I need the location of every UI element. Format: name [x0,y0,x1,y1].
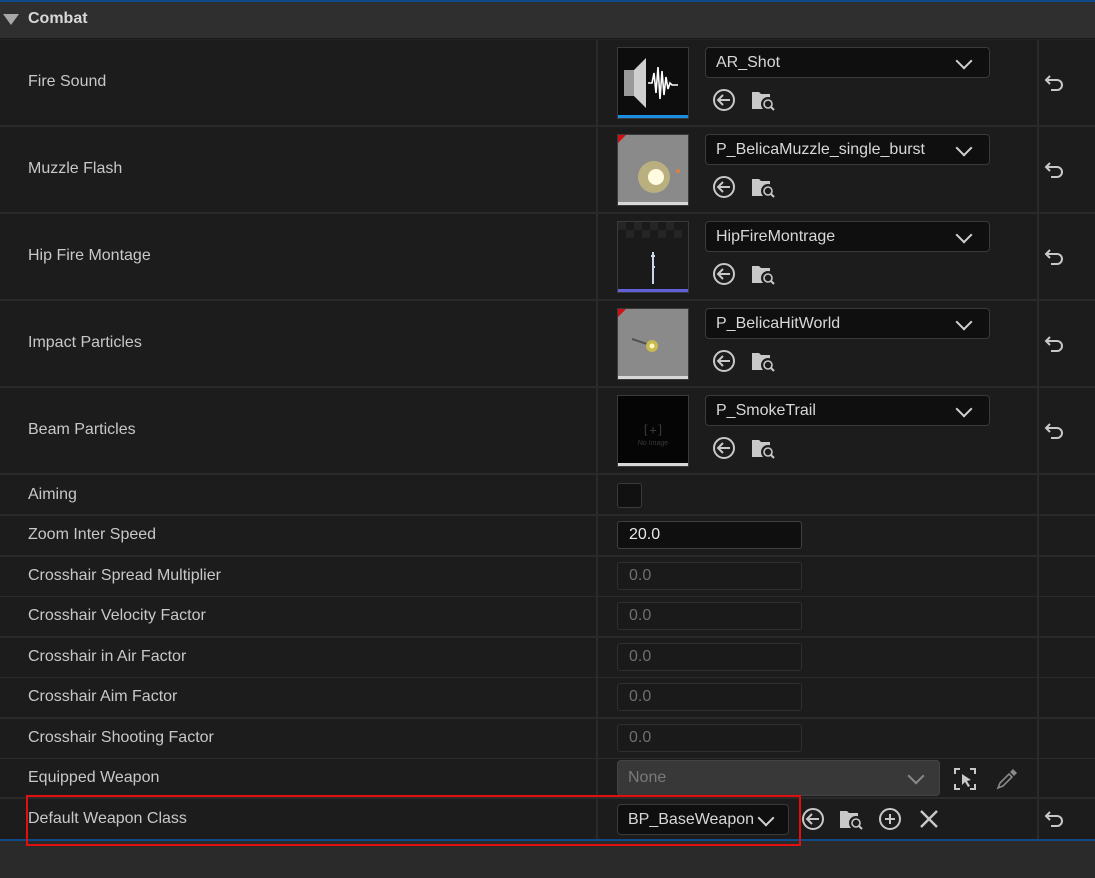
property-label: Zoom Inter Speed [28,526,157,543]
number-value: 0.0 [629,566,652,584]
source-control-marker-icon [618,135,626,143]
clear-icon[interactable] [916,806,942,832]
property-row-asset: Impact Particles P_BelicaHitWorld [0,301,1095,388]
use-selected-icon[interactable] [711,435,737,461]
reset-to-default-icon[interactable] [1043,72,1065,94]
dropdown-value: P_BelicaMuzzle_single_burst [716,141,925,158]
browse-asset-icon[interactable] [750,435,776,461]
property-row-number: Crosshair Aim Factor 0.0 [0,678,1095,719]
number-input[interactable]: 0.0 [617,642,802,671]
eyedropper-icon[interactable] [994,766,1020,792]
dropdown-value: HipFireMontrage [716,228,836,245]
chevron-down-icon [757,809,775,827]
use-selected-icon[interactable] [711,174,737,200]
number-value: 0.0 [629,688,652,705]
number-value: 20.0 [629,526,661,543]
browse-asset-icon[interactable] [750,87,776,113]
reset-to-default-icon[interactable] [1043,246,1065,268]
chevron-down-icon [955,139,973,157]
property-row-asset: Beam Particles [+] No Image P_SmokeTrail [0,388,1095,475]
asset-picker-dropdown[interactable]: HipFireMontrage [705,221,990,252]
asset-picker-dropdown[interactable]: P_BelicaMuzzle_single_burst [705,134,990,165]
property-row-number: Crosshair Spread Multiplier 0.0 [0,556,1095,598]
asset-thumbnail[interactable] [617,134,689,206]
number-input[interactable]: 0.0 [617,683,802,711]
asset-picker-dropdown[interactable]: P_SmokeTrail [705,395,990,426]
number-value: 0.0 [629,607,652,624]
property-row-asset: Fire Sound AR_Shot [0,40,1095,127]
property-row-asset: Muzzle Flash P_BelicaMuzzle_single_burst [0,127,1095,214]
property-row-number: Crosshair Shooting Factor 0.0 [0,718,1095,760]
dropdown-value: BP_BaseWeapon [628,811,755,828]
dropdown-value: P_SmokeTrail [716,402,816,419]
add-icon[interactable] [877,806,903,832]
browse-asset-icon[interactable] [750,174,776,200]
default-weapon-class-dropdown[interactable]: BP_BaseWeapon [617,804,789,835]
property-row-number: Crosshair in Air Factor 0.0 [0,637,1095,679]
property-label: Beam Particles [28,421,136,438]
equipped-weapon-dropdown[interactable]: None [617,760,940,796]
property-label: Crosshair Spread Multiplier [28,566,221,584]
dropdown-value: AR_Shot [716,54,781,71]
number-input[interactable]: 0.0 [617,561,802,590]
chevron-down-icon [955,226,973,244]
reset-to-default-icon[interactable] [1043,420,1065,442]
section-header-combat[interactable]: Combat [0,2,1095,39]
collapse-triangle-icon[interactable] [3,14,19,25]
use-selected-icon[interactable] [800,806,826,832]
asset-thumbnail[interactable]: [+] No Image [617,395,689,467]
dropdown-value: None [628,769,667,786]
use-selected-icon[interactable] [711,348,737,374]
property-label: Impact Particles [28,334,142,351]
chevron-down-icon [907,767,925,785]
property-row-equipped-weapon: Equipped Weapon None [0,759,1095,799]
section-title: Combat [28,10,88,27]
number-value: 0.0 [629,728,652,746]
property-row-aiming: Aiming [0,475,1095,516]
browse-asset-icon[interactable] [838,806,864,832]
property-label: Crosshair Shooting Factor [28,728,214,746]
use-selected-icon[interactable] [711,261,737,287]
reset-to-default-icon[interactable] [1043,333,1065,355]
asset-thumbnail[interactable] [617,308,689,380]
number-value: 0.0 [629,647,652,665]
reset-to-default-icon[interactable] [1043,808,1065,830]
reset-to-default-icon[interactable] [1043,159,1065,181]
number-input[interactable]: 0.0 [617,723,802,752]
property-label: Fire Sound [28,73,107,90]
property-row-asset: Hip Fire Montage HipFireMontrage [0,214,1095,301]
property-label: Default Weapon Class [28,810,187,827]
svg-text:[+]: [+] [642,423,664,437]
property-row-number: Zoom Inter Speed 20.0 [0,516,1095,557]
source-control-marker-icon [618,309,626,317]
chevron-down-icon [955,52,973,70]
property-label: Crosshair Velocity Factor [28,607,206,624]
asset-picker-dropdown[interactable]: AR_Shot [705,47,990,78]
chevron-down-icon [955,400,973,418]
no-image-label: No Image [637,440,669,447]
property-row-default-weapon-class: Default Weapon Class BP_BaseWeapon [0,799,1095,839]
dropdown-value: P_BelicaHitWorld [716,315,841,332]
browse-asset-icon[interactable] [750,261,776,287]
property-label: Muzzle Flash [28,160,123,177]
asset-picker-dropdown[interactable]: P_BelicaHitWorld [705,308,990,339]
property-label: Crosshair in Air Factor [28,647,187,665]
property-label: Hip Fire Montage [28,247,151,264]
property-label: Equipped Weapon [28,769,160,786]
use-selected-icon[interactable] [711,87,737,113]
property-row-number: Crosshair Velocity Factor 0.0 [0,597,1095,638]
number-input[interactable]: 0.0 [617,602,802,630]
number-input[interactable]: 20.0 [617,521,802,549]
property-label: Crosshair Aim Factor [28,688,178,705]
property-label: Aiming [28,486,77,503]
browse-asset-icon[interactable] [750,348,776,374]
chevron-down-icon [955,313,973,331]
asset-thumbnail[interactable] [617,47,689,119]
panel-footer [0,841,1095,878]
select-actor-icon[interactable] [952,766,978,792]
aiming-checkbox[interactable] [617,483,642,508]
asset-thumbnail[interactable] [617,221,689,293]
